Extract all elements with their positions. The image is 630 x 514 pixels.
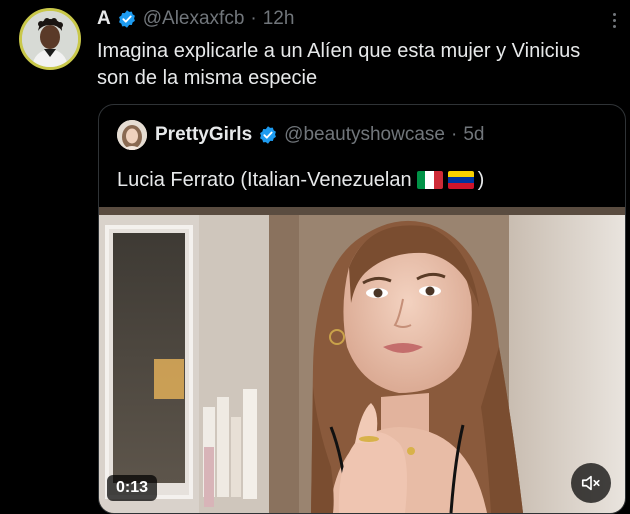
separator-dot: · xyxy=(250,8,257,29)
quote-avatar-image xyxy=(117,120,147,150)
avatar[interactable] xyxy=(19,8,81,70)
avatar-image xyxy=(22,11,78,67)
video-frame xyxy=(99,207,625,513)
verified-badge-icon[interactable] xyxy=(258,125,278,145)
video-player[interactable]: 0:13 xyxy=(99,207,625,513)
display-name[interactable]: A xyxy=(97,8,111,30)
quote-timestamp[interactable]: 5d xyxy=(463,124,484,146)
more-options-icon[interactable] xyxy=(602,8,626,32)
timestamp[interactable]: 12h xyxy=(263,8,295,30)
verified-badge-icon[interactable] xyxy=(117,9,137,29)
tweet-text: Imagina explicarle a un Alíen que esta m… xyxy=(97,40,581,89)
quote-handle[interactable]: @beautyshowcase xyxy=(284,124,445,146)
quote-text: Lucia Ferrato (Italian-Venezuelan ) xyxy=(117,165,484,195)
quote-display-name[interactable]: PrettyGirls xyxy=(155,124,252,146)
handle[interactable]: @Alexaxfcb xyxy=(143,8,245,30)
italy-flag-icon xyxy=(416,171,443,189)
quote-header: PrettyGirls @beautyshowcase · 5d xyxy=(117,120,484,150)
tweet-header: A @Alexaxfcb · 12h xyxy=(97,6,294,32)
video-duration: 0:13 xyxy=(107,475,158,501)
quote-text-end: ) xyxy=(477,168,485,191)
volume-muted-icon[interactable] xyxy=(571,463,611,503)
quote-text-body: Lucia Ferrato (Italian-Venezuelan xyxy=(117,168,412,191)
quoted-tweet[interactable]: PrettyGirls @beautyshowcase · 5d Lucia F… xyxy=(98,104,626,514)
separator-dot: · xyxy=(450,124,458,145)
quote-avatar[interactable] xyxy=(117,120,147,150)
tweet[interactable]: A @Alexaxfcb · 12h Imagina explicarle a … xyxy=(0,0,630,514)
venezuela-flag-icon xyxy=(447,171,474,189)
